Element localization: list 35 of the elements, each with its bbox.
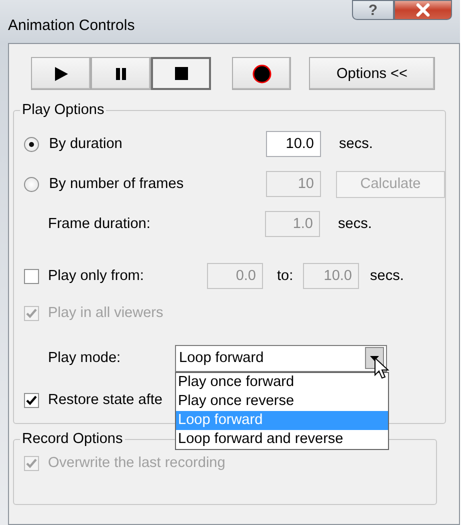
stop-button[interactable]: [151, 57, 211, 90]
options-button[interactable]: Options <<: [309, 57, 435, 90]
option-label: Overwrite the last recording: [48, 455, 226, 471]
field-label: Play mode:: [48, 350, 122, 366]
field-label: Frame duration:: [48, 216, 152, 232]
checkbox[interactable]: [24, 392, 39, 408]
unit-label: secs.: [338, 216, 372, 232]
play-button[interactable]: [31, 57, 91, 90]
dropdown-option[interactable]: Play once forward: [176, 373, 388, 392]
option-label: By duration: [49, 136, 124, 152]
option-label: Restore state afte: [48, 392, 162, 408]
group-title: Play Options: [21, 102, 106, 118]
close-button[interactable]: [394, 0, 452, 20]
window-title: Animation Controls: [8, 17, 135, 34]
record-icon: [252, 64, 272, 84]
unit-label: secs.: [339, 136, 373, 152]
option-label: Play only from:: [48, 268, 145, 284]
duration-field[interactable]: 10.0: [266, 131, 321, 157]
pause-icon: [115, 68, 127, 80]
dropdown-option[interactable]: Play once reverse: [176, 392, 388, 411]
stop-icon: [174, 67, 188, 80]
unit-label: secs.: [370, 268, 404, 284]
close-icon: [415, 3, 431, 17]
group-title: Record Options: [21, 431, 124, 447]
option-label: Play in all viewers: [48, 305, 164, 321]
help-button[interactable]: ?: [352, 0, 394, 20]
record-button[interactable]: [232, 57, 291, 90]
dropdown-option[interactable]: Loop forward: [176, 411, 388, 430]
play-mode-dropdown[interactable]: Loop forward: [175, 344, 387, 372]
play-icon: [53, 66, 69, 82]
radio-button[interactable]: [24, 136, 39, 152]
to-label: to:: [276, 268, 294, 284]
dropdown-option[interactable]: Loop forward and reverse: [176, 430, 388, 449]
pause-button[interactable]: [91, 57, 151, 90]
option-label: By number of frames: [49, 176, 185, 192]
